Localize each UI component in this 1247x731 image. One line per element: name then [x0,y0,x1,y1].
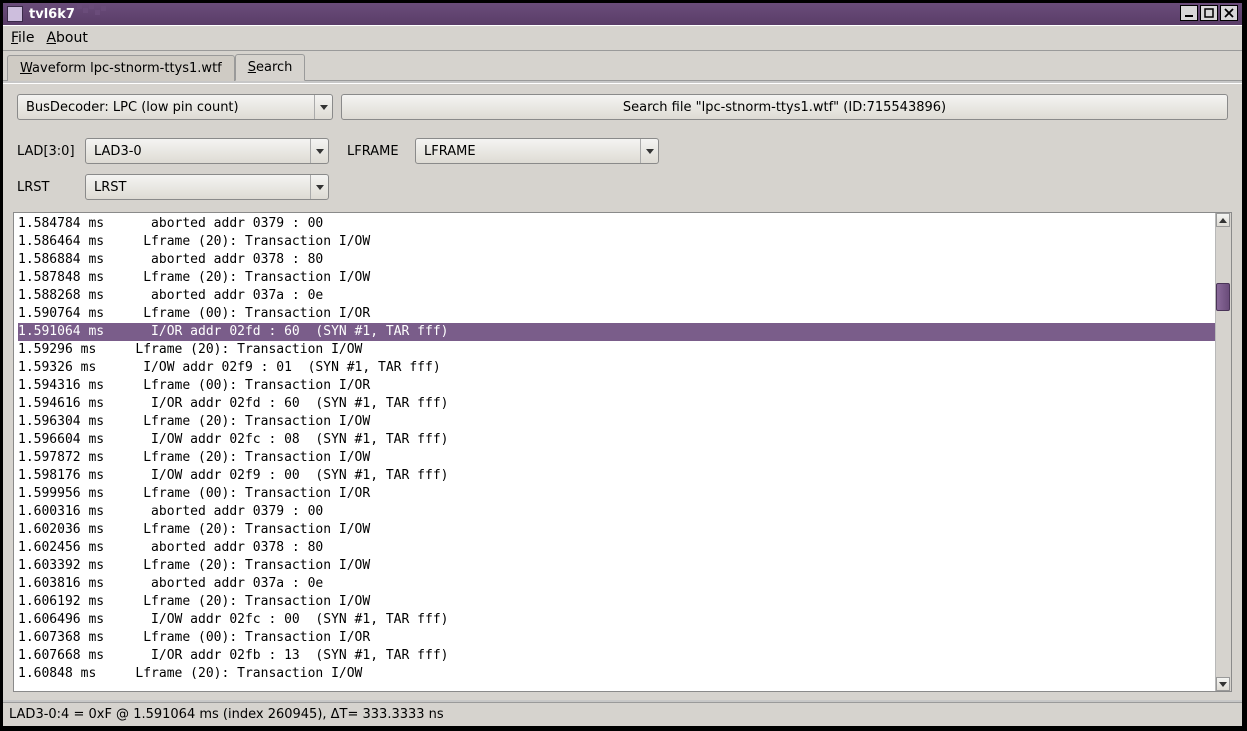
list-item[interactable]: 1.602036 ms Lframe (20): Transaction I/O… [18,521,1215,539]
results-list[interactable]: 1.584784 ms aborted addr 0379 : 001.5864… [14,213,1215,691]
window-title: tvl6k7 [29,7,75,22]
list-item[interactable]: 1.603816 ms aborted addr 037a : 0e [18,575,1215,593]
scroll-up-button[interactable] [1216,213,1230,227]
results-panel: 1.584784 ms aborted addr 0379 : 001.5864… [13,212,1232,692]
chevron-down-icon [640,139,658,163]
scroll-thumb[interactable] [1216,283,1230,311]
close-button[interactable] [1220,5,1238,21]
search-button[interactable]: Search file "lpc-stnorm-ttys1.wtf" (ID:7… [341,94,1228,120]
tab-search[interactable]: Search [235,54,306,81]
lad-label: LAD[3:0] [17,144,75,159]
menubar: File About [3,25,1242,51]
lrst-label: LRST [17,180,75,195]
lframe-combo[interactable]: LFRAME [415,138,659,164]
list-item[interactable]: 1.586464 ms Lframe (20): Transaction I/O… [18,233,1215,251]
sysmenu-icon[interactable] [7,6,23,22]
lad-combo-text: LAD3-0 [94,144,310,159]
lrst-combo[interactable]: LRST [85,174,329,200]
list-item[interactable]: 1.606496 ms I/OW addr 02fc : 00 (SYN #1,… [18,611,1215,629]
list-item[interactable]: 1.599956 ms Lframe (00): Transaction I/O… [18,485,1215,503]
titlebar-decoration [75,4,119,18]
menu-file[interactable]: File [11,30,34,46]
chevron-down-icon [310,175,328,199]
tab-bar: Waveform lpc-stnorm-ttys1.wtf Search [3,51,1242,81]
lframe-combo-text: LFRAME [424,144,640,159]
list-item[interactable]: 1.606192 ms Lframe (20): Transaction I/O… [18,593,1215,611]
chevron-down-icon [310,139,328,163]
chevron-down-icon [314,95,332,119]
menu-about[interactable]: About [46,30,87,46]
tab-waveform[interactable]: Waveform lpc-stnorm-ttys1.wtf [7,55,235,81]
list-item[interactable]: 1.590764 ms Lframe (00): Transaction I/O… [18,305,1215,323]
list-item[interactable]: 1.607668 ms I/OR addr 02fb : 13 (SYN #1,… [18,647,1215,665]
app-window: tvl6k7 File About Waveform lpc-stnorm-tt… [2,2,1243,727]
lad-combo[interactable]: LAD3-0 [85,138,329,164]
list-item[interactable]: 1.594316 ms Lframe (00): Transaction I/O… [18,377,1215,395]
list-item[interactable]: 1.591064 ms I/OR addr 02fd : 60 (SYN #1,… [18,323,1215,341]
scroll-down-button[interactable] [1216,677,1230,691]
lframe-label: LFRAME [347,144,405,159]
list-item[interactable]: 1.596304 ms Lframe (20): Transaction I/O… [18,413,1215,431]
list-item[interactable]: 1.594616 ms I/OR addr 02fd : 60 (SYN #1,… [18,395,1215,413]
list-item[interactable]: 1.602456 ms aborted addr 0378 : 80 [18,539,1215,557]
list-item[interactable]: 1.598176 ms I/OW addr 02f9 : 00 (SYN #1,… [18,467,1215,485]
list-item[interactable]: 1.588268 ms aborted addr 037a : 0e [18,287,1215,305]
maximize-button[interactable] [1200,5,1218,21]
titlebar[interactable]: tvl6k7 [3,3,1242,25]
window-controls [1180,5,1238,21]
list-item[interactable]: 1.603392 ms Lframe (20): Transaction I/O… [18,557,1215,575]
decoder-combo-text: BusDecoder: LPC (low pin count) [26,100,314,115]
statusbar: LAD3-0:4 = 0xF @ 1.591064 ms (index 2609… [3,702,1242,726]
list-item[interactable]: 1.586884 ms aborted addr 0378 : 80 [18,251,1215,269]
list-item[interactable]: 1.584784 ms aborted addr 0379 : 00 [18,215,1215,233]
decoder-combo[interactable]: BusDecoder: LPC (low pin count) [17,94,333,120]
list-item[interactable]: 1.600316 ms aborted addr 0379 : 00 [18,503,1215,521]
content-pane: BusDecoder: LPC (low pin count) Search f… [3,83,1242,700]
search-button-label: Search file "lpc-stnorm-ttys1.wtf" (ID:7… [623,100,946,115]
status-text: LAD3-0:4 = 0xF @ 1.591064 ms (index 2609… [9,707,444,722]
minimize-button[interactable] [1180,5,1198,21]
list-item[interactable]: 1.59296 ms Lframe (20): Transaction I/OW [18,341,1215,359]
list-item[interactable]: 1.597872 ms Lframe (20): Transaction I/O… [18,449,1215,467]
list-item[interactable]: 1.607368 ms Lframe (00): Transaction I/O… [18,629,1215,647]
list-item[interactable]: 1.60848 ms Lframe (20): Transaction I/OW [18,665,1215,683]
controls-area: BusDecoder: LPC (low pin count) Search f… [3,84,1242,206]
list-item[interactable]: 1.59326 ms I/OW addr 02f9 : 01 (SYN #1, … [18,359,1215,377]
list-item[interactable]: 1.587848 ms Lframe (20): Transaction I/O… [18,269,1215,287]
scrollbar-vertical[interactable] [1215,213,1231,691]
lrst-combo-text: LRST [94,180,310,195]
list-item[interactable]: 1.596604 ms I/OW addr 02fc : 08 (SYN #1,… [18,431,1215,449]
